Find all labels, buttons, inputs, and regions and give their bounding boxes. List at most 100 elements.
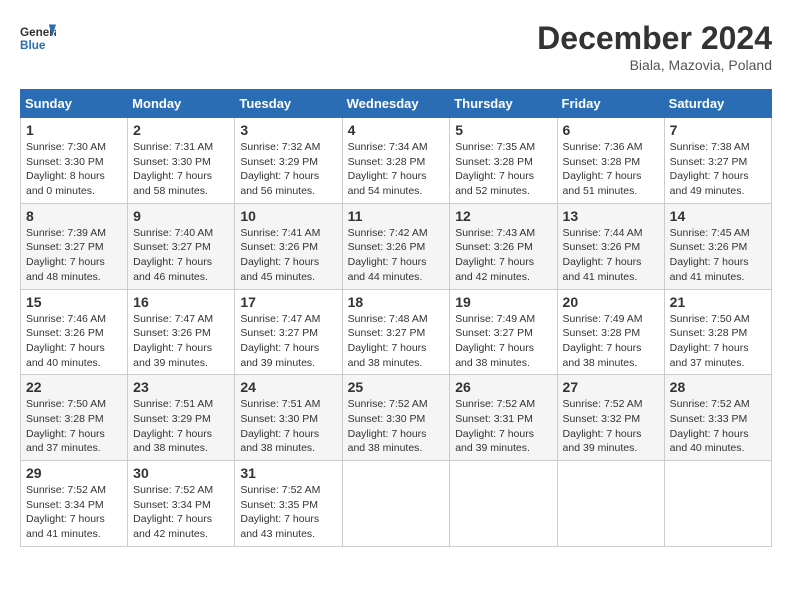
day-info: Sunrise: 7:42 AMSunset: 3:26 PMDaylight:… <box>348 226 445 285</box>
day-info: Sunrise: 7:39 AMSunset: 3:27 PMDaylight:… <box>26 226 122 285</box>
weekday-header-row: SundayMondayTuesdayWednesdayThursdayFrid… <box>21 90 772 118</box>
day-number: 10 <box>240 208 336 224</box>
day-number: 20 <box>563 294 659 310</box>
day-info: Sunrise: 7:36 AMSunset: 3:28 PMDaylight:… <box>563 140 659 199</box>
day-info: Sunrise: 7:49 AMSunset: 3:27 PMDaylight:… <box>455 312 551 371</box>
calendar-cell: 27Sunrise: 7:52 AMSunset: 3:32 PMDayligh… <box>557 375 664 461</box>
month-title: December 2024 <box>537 20 772 57</box>
calendar-cell: 14 Sunrise: 7:45 AMSunset: 3:26 PMDayligh… <box>664 203 771 289</box>
day-number: 13 <box>563 208 659 224</box>
title-block: December 2024 Biala, Mazovia, Poland <box>537 20 772 73</box>
weekday-tuesday: Tuesday <box>235 90 342 118</box>
day-number: 23 <box>133 379 229 395</box>
day-number: 24 <box>240 379 336 395</box>
day-info: Sunrise: 7:30 AMSunset: 3:30 PMDaylight:… <box>26 140 122 199</box>
location: Biala, Mazovia, Poland <box>537 57 772 73</box>
day-number: 2 <box>133 122 229 138</box>
calendar-cell: 21 Sunrise: 7:50 AMSunset: 3:28 PMDayligh… <box>664 289 771 375</box>
day-info: Sunrise: 7:34 AMSunset: 3:28 PMDaylight:… <box>348 140 445 199</box>
calendar-cell: 20 Sunrise: 7:49 AMSunset: 3:28 PMDayligh… <box>557 289 664 375</box>
day-number: 18 <box>348 294 445 310</box>
calendar-cell: 13 Sunrise: 7:44 AMSunset: 3:26 PMDayligh… <box>557 203 664 289</box>
week-row-3: 15 Sunrise: 7:46 AMSunset: 3:26 PMDayligh… <box>21 289 772 375</box>
logo: General Blue <box>20 20 56 56</box>
page-header: General Blue December 2024 Biala, Mazovi… <box>20 20 772 73</box>
day-info: Sunrise: 7:52 AMSunset: 3:30 PMDaylight:… <box>348 397 445 456</box>
calendar-cell: 23 Sunrise: 7:51 AMSunset: 3:29 PMDayligh… <box>128 375 235 461</box>
day-number: 26 <box>455 379 551 395</box>
day-number: 12 <box>455 208 551 224</box>
calendar-cell <box>557 461 664 547</box>
day-number: 29 <box>26 465 122 481</box>
day-info: Sunrise: 7:45 AMSunset: 3:26 PMDaylight:… <box>670 226 766 285</box>
day-number: 27 <box>563 379 659 395</box>
calendar-cell: 17 Sunrise: 7:47 AMSunset: 3:27 PMDayligh… <box>235 289 342 375</box>
day-info: Sunrise: 7:32 AMSunset: 3:29 PMDaylight:… <box>240 140 336 199</box>
calendar-cell: 19 Sunrise: 7:49 AMSunset: 3:27 PMDayligh… <box>450 289 557 375</box>
week-row-2: 8 Sunrise: 7:39 AMSunset: 3:27 PMDaylight… <box>21 203 772 289</box>
day-info: Sunrise: 7:41 AMSunset: 3:26 PMDaylight:… <box>240 226 336 285</box>
day-number: 14 <box>670 208 766 224</box>
week-row-1: 1 Sunrise: 7:30 AMSunset: 3:30 PMDaylight… <box>21 118 772 204</box>
day-number: 4 <box>348 122 445 138</box>
day-info: Sunrise: 7:49 AMSunset: 3:28 PMDaylight:… <box>563 312 659 371</box>
calendar-cell <box>450 461 557 547</box>
weekday-wednesday: Wednesday <box>342 90 450 118</box>
calendar-cell: 26 Sunrise: 7:52 AMSunset: 3:31 PMDayligh… <box>450 375 557 461</box>
calendar-body: 1 Sunrise: 7:30 AMSunset: 3:30 PMDaylight… <box>21 118 772 547</box>
day-info: Sunrise: 7:47 AMSunset: 3:26 PMDaylight:… <box>133 312 229 371</box>
day-info: Sunrise: 7:52 AMSunset: 3:31 PMDaylight:… <box>455 397 551 456</box>
day-info: Sunrise: 7:50 AMSunset: 3:28 PMDaylight:… <box>670 312 766 371</box>
calendar-cell: 11Sunrise: 7:42 AMSunset: 3:26 PMDayligh… <box>342 203 450 289</box>
day-number: 21 <box>670 294 766 310</box>
calendar-table: SundayMondayTuesdayWednesdayThursdayFrid… <box>20 89 772 547</box>
day-info: Sunrise: 7:38 AMSunset: 3:27 PMDaylight:… <box>670 140 766 199</box>
calendar-cell: 28 Sunrise: 7:52 AMSunset: 3:33 PMDayligh… <box>664 375 771 461</box>
day-info: Sunrise: 7:52 AMSunset: 3:35 PMDaylight:… <box>240 483 336 542</box>
day-info: Sunrise: 7:35 AMSunset: 3:28 PMDaylight:… <box>455 140 551 199</box>
calendar-cell: 16 Sunrise: 7:47 AMSunset: 3:26 PMDayligh… <box>128 289 235 375</box>
calendar-cell: 25Sunrise: 7:52 AMSunset: 3:30 PMDayligh… <box>342 375 450 461</box>
day-info: Sunrise: 7:47 AMSunset: 3:27 PMDaylight:… <box>240 312 336 371</box>
calendar-cell: 5 Sunrise: 7:35 AMSunset: 3:28 PMDaylight… <box>450 118 557 204</box>
day-number: 9 <box>133 208 229 224</box>
calendar-cell: 15 Sunrise: 7:46 AMSunset: 3:26 PMDayligh… <box>21 289 128 375</box>
day-number: 15 <box>26 294 122 310</box>
day-info: Sunrise: 7:48 AMSunset: 3:27 PMDaylight:… <box>348 312 445 371</box>
calendar-cell: 24Sunrise: 7:51 AMSunset: 3:30 PMDayligh… <box>235 375 342 461</box>
day-number: 17 <box>240 294 336 310</box>
day-number: 8 <box>26 208 122 224</box>
day-number: 28 <box>670 379 766 395</box>
day-info: Sunrise: 7:46 AMSunset: 3:26 PMDaylight:… <box>26 312 122 371</box>
calendar-cell: 18 Sunrise: 7:48 AMSunset: 3:27 PMDayligh… <box>342 289 450 375</box>
calendar-cell: 7 Sunrise: 7:38 AMSunset: 3:27 PMDaylight… <box>664 118 771 204</box>
day-number: 3 <box>240 122 336 138</box>
day-number: 19 <box>455 294 551 310</box>
calendar-cell <box>342 461 450 547</box>
day-number: 7 <box>670 122 766 138</box>
calendar-cell: 3 Sunrise: 7:32 AMSunset: 3:29 PMDaylight… <box>235 118 342 204</box>
day-number: 5 <box>455 122 551 138</box>
calendar-cell: 8 Sunrise: 7:39 AMSunset: 3:27 PMDaylight… <box>21 203 128 289</box>
day-number: 22 <box>26 379 122 395</box>
day-number: 31 <box>240 465 336 481</box>
day-number: 16 <box>133 294 229 310</box>
day-number: 30 <box>133 465 229 481</box>
day-info: Sunrise: 7:52 AMSunset: 3:34 PMDaylight:… <box>133 483 229 542</box>
day-info: Sunrise: 7:43 AMSunset: 3:26 PMDaylight:… <box>455 226 551 285</box>
day-number: 1 <box>26 122 122 138</box>
calendar-cell: 22 Sunrise: 7:50 AMSunset: 3:28 PMDayligh… <box>21 375 128 461</box>
day-info: Sunrise: 7:52 AMSunset: 3:34 PMDaylight:… <box>26 483 122 542</box>
day-info: Sunrise: 7:52 AMSunset: 3:33 PMDaylight:… <box>670 397 766 456</box>
day-info: Sunrise: 7:51 AMSunset: 3:29 PMDaylight:… <box>133 397 229 456</box>
calendar-cell: 29 Sunrise: 7:52 AMSunset: 3:34 PMDayligh… <box>21 461 128 547</box>
weekday-friday: Friday <box>557 90 664 118</box>
logo-icon: General Blue <box>20 20 56 56</box>
day-info: Sunrise: 7:50 AMSunset: 3:28 PMDaylight:… <box>26 397 122 456</box>
svg-text:Blue: Blue <box>20 39 46 52</box>
day-info: Sunrise: 7:44 AMSunset: 3:26 PMDaylight:… <box>563 226 659 285</box>
day-number: 6 <box>563 122 659 138</box>
calendar-cell: 1 Sunrise: 7:30 AMSunset: 3:30 PMDaylight… <box>21 118 128 204</box>
day-info: Sunrise: 7:31 AMSunset: 3:30 PMDaylight:… <box>133 140 229 199</box>
calendar-cell: 31 Sunrise: 7:52 AMSunset: 3:35 PMDayligh… <box>235 461 342 547</box>
